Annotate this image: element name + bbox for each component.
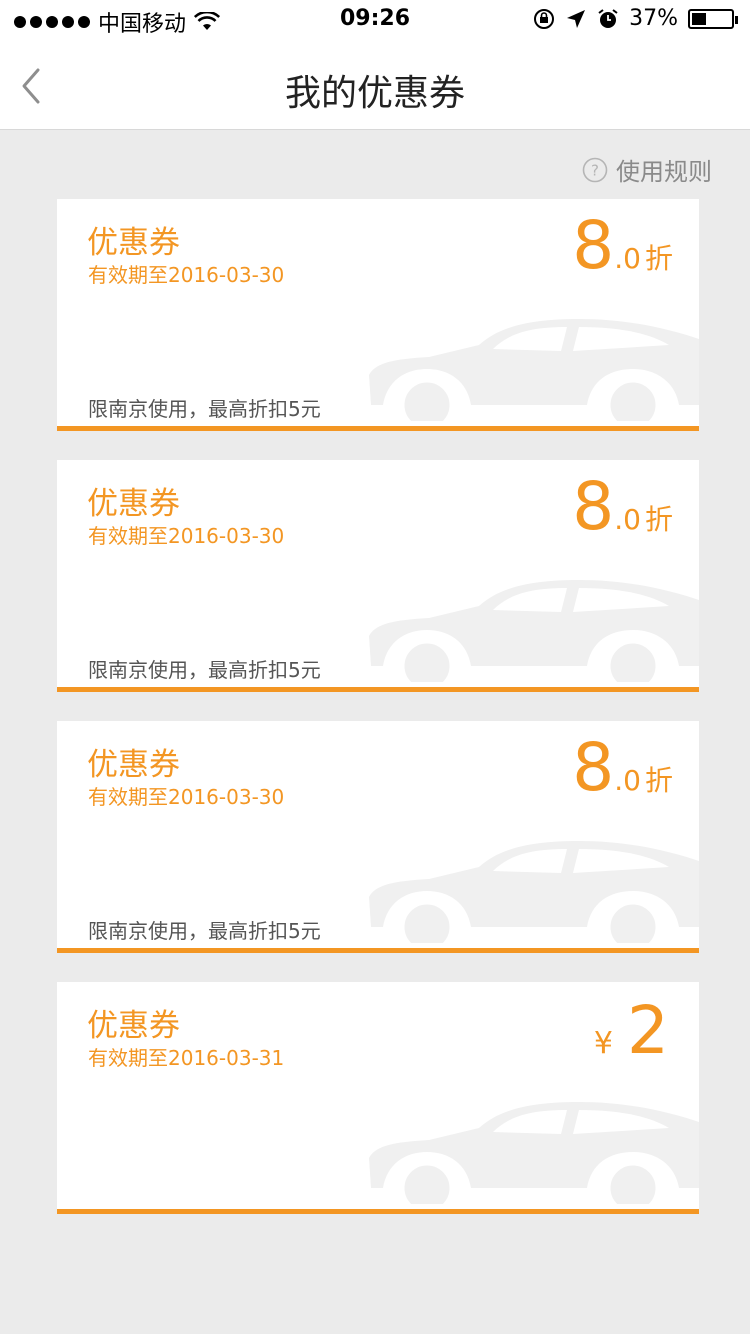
coupon-scope: 限南京使用，最高折扣5元 <box>88 658 321 682</box>
discount-integer: 8 <box>572 207 615 284</box>
amount-value: 2 <box>627 992 669 1069</box>
status-bar: 中国移动 09:26 37% <box>0 0 750 40</box>
usage-rules-label: 使用规则 <box>616 158 712 186</box>
car-watermark-icon <box>369 319 699 421</box>
page-title: 我的优惠券 <box>284 73 465 114</box>
car-watermark-icon <box>369 580 699 682</box>
coupon-accent-bar <box>57 948 699 953</box>
coupon-name: 优惠券 <box>87 747 180 783</box>
coupon-name: 优惠券 <box>87 1008 180 1044</box>
coupon-name: 优惠券 <box>87 486 180 522</box>
currency-symbol: ¥ <box>593 1026 613 1061</box>
discount-decimal: .0 <box>614 242 641 275</box>
coupon-amount: ¥ 2 <box>594 992 669 1069</box>
coupon-card[interactable]: 优惠券 有效期至2016-03-30 8 .0 折 限南京使用，最高折扣5元 <box>57 460 699 692</box>
battery-percent: 37% <box>629 6 678 31</box>
coupon-discount: 8 .0 折 <box>572 729 673 806</box>
location-arrow-icon <box>567 9 586 28</box>
usage-rules-link[interactable]: ? 使用规则 <box>582 152 712 187</box>
coupon-discount: 8 .0 折 <box>572 468 673 545</box>
coupon-accent-bar <box>57 687 699 692</box>
orientation-lock-icon <box>534 8 555 29</box>
discount-integer: 8 <box>572 729 615 806</box>
nav-bar: 我的优惠券 <box>0 40 750 130</box>
svg-text:?: ? <box>591 161 599 179</box>
discount-unit: 折 <box>644 503 673 536</box>
coupon-expiry: 有效期至2016-03-30 <box>88 785 285 809</box>
car-watermark-icon <box>369 841 699 943</box>
coupon-scope: 限南京使用，最高折扣5元 <box>88 397 321 421</box>
car-watermark-icon <box>369 1102 699 1204</box>
coupon-name: 优惠券 <box>87 225 180 261</box>
coupon-expiry: 有效期至2016-03-30 <box>88 524 285 548</box>
coupon-accent-bar <box>57 426 699 431</box>
discount-decimal: .0 <box>614 764 641 797</box>
coupon-expiry: 有效期至2016-03-30 <box>88 263 285 287</box>
discount-unit: 折 <box>644 242 673 275</box>
discount-unit: 折 <box>644 764 673 797</box>
coupon-scope: 限南京使用，最高折扣5元 <box>88 919 321 943</box>
battery-fill <box>692 12 707 25</box>
coupon-expiry: 有效期至2016-03-31 <box>88 1046 285 1070</box>
discount-integer: 8 <box>572 468 615 545</box>
coupon-card[interactable]: 优惠券 有效期至2016-03-30 8 .0 折 限南京使用，最高折扣5元 <box>57 721 699 953</box>
alarm-icon <box>598 8 618 28</box>
battery-icon <box>688 8 738 29</box>
coupon-card[interactable]: 优惠券 有效期至2016-03-31 ¥ 2 <box>57 982 699 1214</box>
coupon-discount: 8 .0 折 <box>572 207 673 284</box>
coupon-accent-bar <box>57 1209 699 1214</box>
question-circle-icon: ? <box>582 157 608 182</box>
perforated-edge <box>57 199 699 205</box>
discount-decimal: .0 <box>614 503 641 536</box>
status-right: 37% <box>533 6 738 31</box>
coupon-card[interactable]: 优惠券 有效期至2016-03-30 8 .0 折 限南京使用，最高折扣5元 <box>57 199 699 431</box>
